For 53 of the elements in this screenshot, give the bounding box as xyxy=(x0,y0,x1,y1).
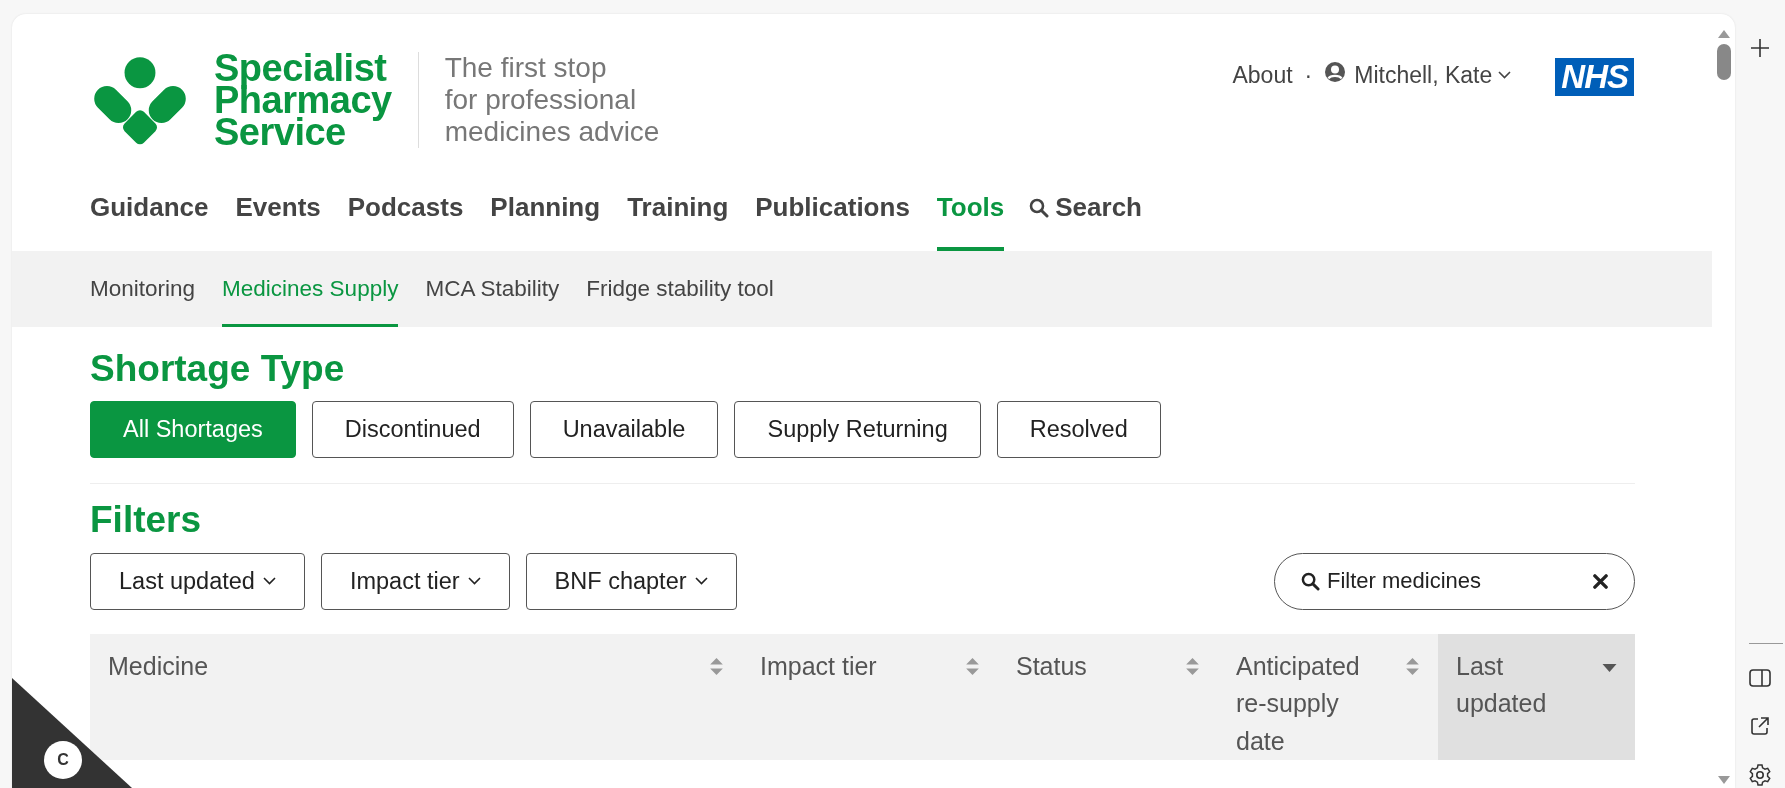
search-icon xyxy=(1301,571,1320,591)
about-link[interactable]: About xyxy=(1232,58,1293,93)
site-tagline: The first stop for professional medicines advice xyxy=(417,52,660,148)
column-header[interactable]: Anticipated re-supply date xyxy=(1218,633,1438,760)
nav-tab[interactable]: Podcasts xyxy=(347,188,464,251)
nav-tab[interactable]: Training xyxy=(627,188,729,251)
cookie-badge: C xyxy=(47,744,79,776)
chevron-down-icon xyxy=(694,577,708,586)
shortage-type-button[interactable]: Discontinued xyxy=(311,401,514,459)
sort-icon xyxy=(1405,656,1420,676)
separator-dot: · xyxy=(1304,61,1313,90)
filter-dropdown[interactable]: Last updated xyxy=(90,552,305,610)
nhs-logo[interactable]: NHS xyxy=(1555,58,1634,96)
scroll-down-icon[interactable] xyxy=(1717,776,1730,784)
nav-tab[interactable]: Guidance xyxy=(90,188,209,251)
subnav-tab[interactable]: MCA Stability xyxy=(425,251,560,327)
column-header[interactable]: Impact tier xyxy=(742,633,998,760)
column-header[interactable]: Status xyxy=(998,633,1218,760)
settings-icon[interactable] xyxy=(1749,764,1771,786)
nav-tab[interactable]: Planning xyxy=(490,188,601,251)
sort-icon xyxy=(1185,656,1200,676)
shortage-type-button[interactable]: Resolved xyxy=(996,401,1161,459)
shortage-type-button[interactable]: All Shortages xyxy=(90,401,296,459)
nav-tab[interactable]: Events xyxy=(235,188,321,251)
plus-icon[interactable] xyxy=(1750,38,1770,58)
shortage-type-button[interactable]: Unavailable xyxy=(529,401,719,459)
search-icon xyxy=(1029,197,1050,218)
filter-dropdown[interactable]: BNF chapter xyxy=(525,552,737,610)
section-heading: Shortage Type xyxy=(90,347,346,391)
cookie-settings-button[interactable]: C xyxy=(12,678,132,788)
side-panel-icon[interactable] xyxy=(1749,668,1771,688)
chevron-down-icon xyxy=(1498,71,1512,80)
subnav-tab[interactable]: Monitoring xyxy=(90,251,196,327)
column-header[interactable]: Last updated xyxy=(1438,633,1635,760)
chevron-down-icon xyxy=(467,577,481,586)
user-menu[interactable]: Mitchell, Kate xyxy=(1354,58,1512,93)
sort-descending-icon xyxy=(1602,663,1617,672)
chevron-down-icon xyxy=(262,577,276,586)
site-name[interactable]: Specialist Pharmacy Service xyxy=(214,52,392,148)
filter-dropdown[interactable]: Impact tier xyxy=(320,552,510,610)
close-icon[interactable] xyxy=(1593,573,1608,589)
shortage-type-button[interactable]: Supply Returning xyxy=(734,401,981,459)
search-field[interactable]: Filter medicines xyxy=(1274,552,1635,610)
user-icon xyxy=(1324,61,1347,83)
scrollbar-thumb[interactable] xyxy=(1716,44,1731,80)
nav-tab[interactable]: Publications xyxy=(755,188,910,251)
external-link-icon[interactable] xyxy=(1750,716,1770,736)
subnav-tab[interactable]: Fridge stability tool xyxy=(586,251,774,327)
sort-icon xyxy=(709,656,724,676)
section-heading: Filters xyxy=(90,498,203,543)
search-link[interactable]: Search xyxy=(1029,188,1142,251)
sort-icon xyxy=(965,656,980,676)
scroll-up-icon[interactable] xyxy=(1717,30,1730,38)
